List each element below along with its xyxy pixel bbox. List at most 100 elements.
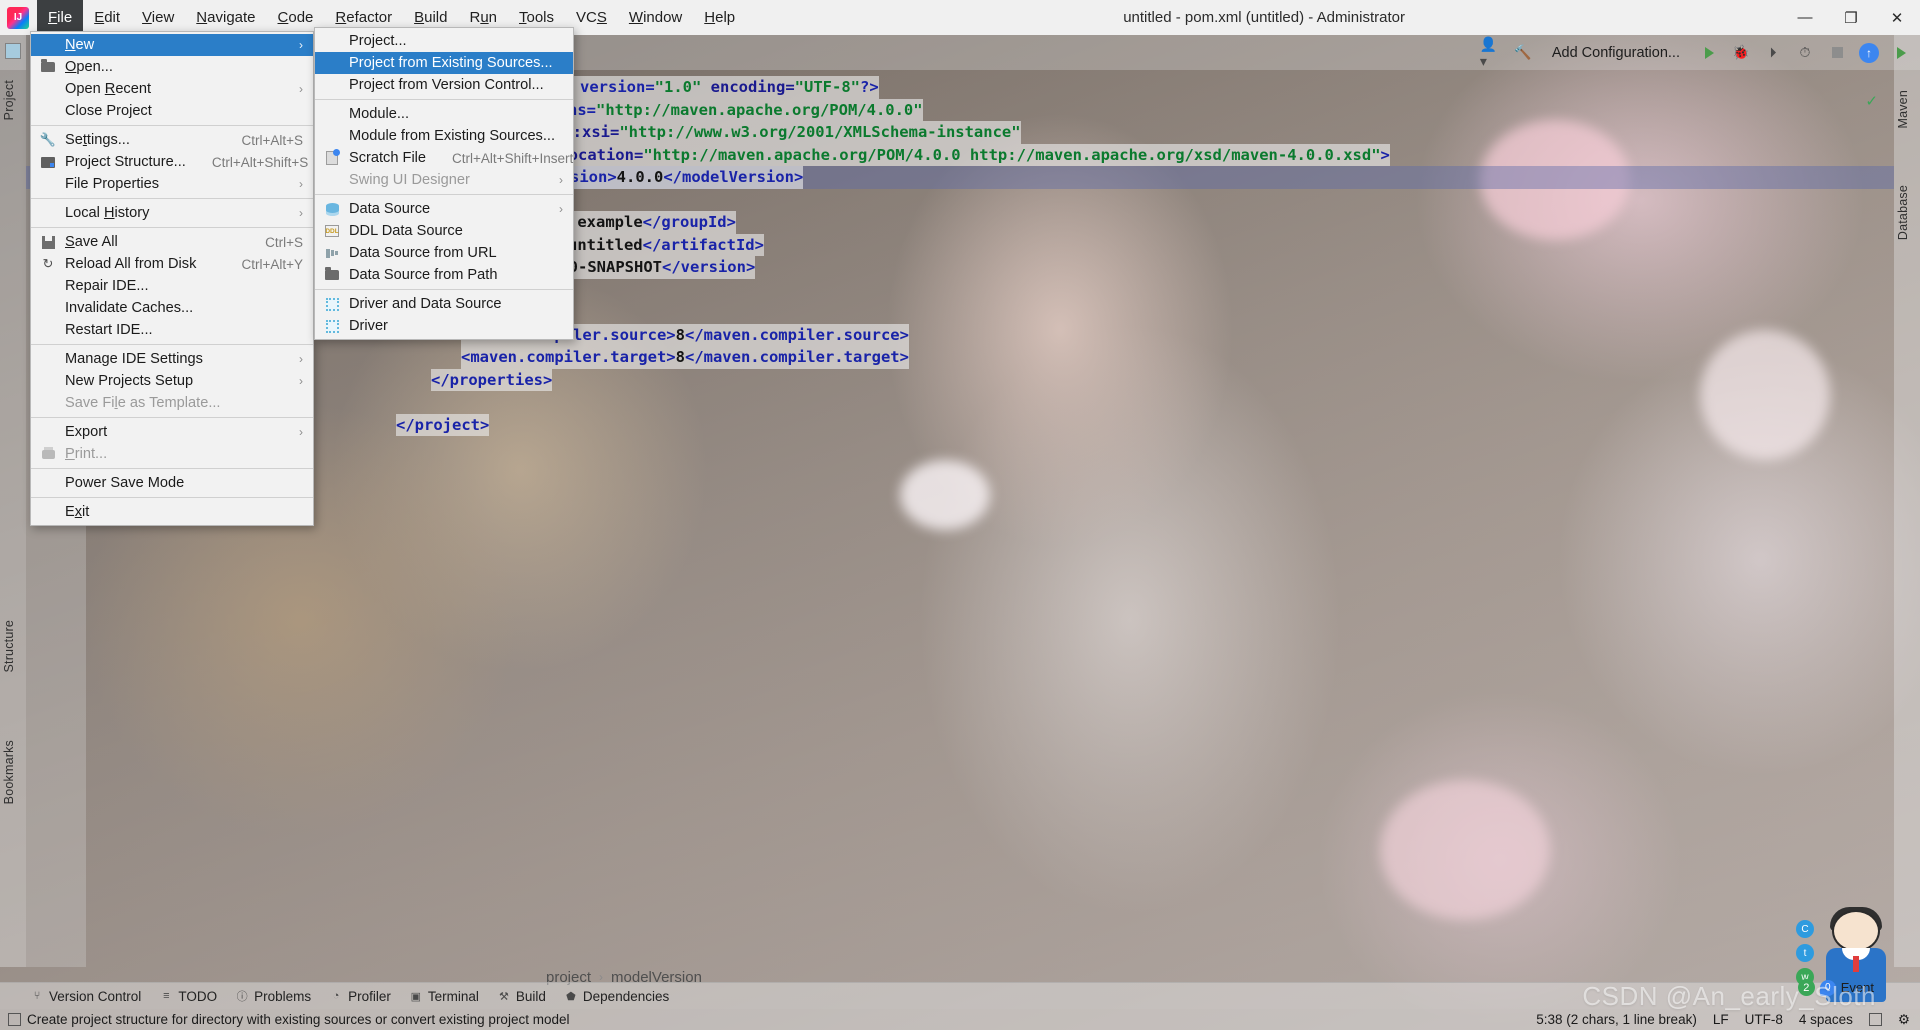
file-menu-item-power-save-mode[interactable]: Power Save Mode <box>31 472 313 494</box>
tool-window-profiler[interactable]: ◔ Profiler <box>329 989 391 1004</box>
new-menu-item-project-from-existing-sources-label: Project from Existing Sources... <box>349 55 553 71</box>
new-submenu-popup[interactable]: Project... Project from Existing Sources.… <box>314 27 574 340</box>
inspection-status-icon[interactable]: ✓ <box>1865 92 1878 110</box>
new-menu-item-data-source[interactable]: Data Source › <box>315 198 573 220</box>
new-menu-item-scratch-file-label: Scratch File <box>349 150 427 166</box>
ddl-icon: DDL <box>324 223 340 239</box>
sidebar-item-project[interactable]: Project <box>2 80 16 120</box>
file-menu-item-settings-shortcut: Ctrl+Alt+S <box>241 132 303 148</box>
file-menu-item-save-all[interactable]: Save All Ctrl+S <box>31 231 313 253</box>
maximize-button[interactable]: ❐ <box>1828 0 1874 35</box>
file-menu-item-project-structure-shortcut: Ctrl+Alt+Shift+S <box>211 154 309 170</box>
new-menu-item-project-from-version-control-label: Project from Version Control... <box>349 77 544 93</box>
menubar-item-help[interactable]: Help <box>693 0 746 35</box>
idea-window: FileEditViewNavigateCodeRefactorBuildRun… <box>0 0 1920 1030</box>
file-menu-item-reload-all-from-disk[interactable]: ↻ Reload All from Disk Ctrl+Alt+Y <box>31 253 313 275</box>
title-bar: FileEditViewNavigateCodeRefactorBuildRun… <box>0 0 1920 35</box>
menubar-item-window[interactable]: Window <box>618 0 693 35</box>
tool-window-profiler-label: Profiler <box>348 988 391 1004</box>
stop-icon[interactable] <box>1826 42 1848 64</box>
sidebar-item-maven[interactable]: Maven <box>1896 90 1910 129</box>
new-menu-item-driver[interactable]: Driver <box>315 315 573 337</box>
run-coverage-icon[interactable]: ⏵ <box>1762 42 1784 64</box>
file-menu-item-close-project[interactable]: Close Project <box>31 100 313 122</box>
file-menu-item-invalidate-caches[interactable]: Invalidate Caches... <box>31 297 313 319</box>
menubar-item-navigate[interactable]: Navigate <box>185 0 266 35</box>
scratch-file-icon <box>324 149 340 166</box>
file-menu-item-settings[interactable]: 🔧 Settings... Ctrl+Alt+S <box>31 129 313 151</box>
database-icon <box>324 201 340 217</box>
file-menu-item-exit[interactable]: Exit <box>31 501 313 523</box>
menubar-item-edit[interactable]: Edit <box>83 0 131 35</box>
tool-window-terminal[interactable]: ▣ Terminal <box>409 989 479 1004</box>
file-menu-item-reload-all-from-disk-label: Reload All from Disk <box>65 256 197 272</box>
tool-window-todo[interactable]: ≡ TODO <box>159 989 217 1004</box>
settings-gear-icon[interactable]: ⚙ <box>1898 1012 1910 1028</box>
indent-setting[interactable]: 4 spaces <box>1799 1012 1853 1027</box>
run-icon[interactable] <box>1698 42 1720 64</box>
menu-separator <box>315 194 573 195</box>
new-menu-item-project-from-existing-sources[interactable]: Project from Existing Sources... <box>315 52 573 74</box>
hammer-icon[interactable]: 🔨 <box>1512 42 1534 64</box>
menu-separator <box>31 344 313 345</box>
tool-window-build[interactable]: ⚒ Build <box>497 989 546 1004</box>
tool-window-todo-label: TODO <box>178 988 218 1004</box>
minimize-button[interactable]: — <box>1782 0 1828 35</box>
menu-separator <box>31 125 313 126</box>
file-menu-item-open[interactable]: Open... <box>31 56 313 78</box>
window-controls[interactable]: — ❐ ✕ <box>1782 0 1920 35</box>
sidebar-item-database[interactable]: Database <box>1896 185 1910 240</box>
file-menu-item-file-properties[interactable]: File Properties › <box>31 173 313 195</box>
file-menu-item-print-label: Print... <box>65 446 108 462</box>
file-menu-item-export[interactable]: Export › <box>31 421 313 443</box>
menu-separator <box>31 198 313 199</box>
tool-window-terminal-label: Terminal <box>427 988 479 1004</box>
save-icon <box>40 234 56 250</box>
menu-separator <box>315 289 573 290</box>
file-menu-item-repair-ide[interactable]: Repair IDE... <box>31 275 313 297</box>
new-menu-item-ddl-data-source[interactable]: DDL DDL Data Source <box>315 220 573 242</box>
file-menu-item-manage-ide-settings[interactable]: Manage IDE Settings › <box>31 348 313 370</box>
new-menu-item-data-source-from-path[interactable]: Data Source from Path <box>315 264 573 286</box>
lock-icon[interactable] <box>1868 1013 1882 1026</box>
update-project-icon[interactable]: ↑ <box>1858 42 1880 64</box>
chevron-right-icon: › <box>559 173 563 187</box>
add-configuration-button[interactable]: Add Configuration... <box>1544 45 1688 61</box>
tool-window-dependencies[interactable]: ⬟ Dependencies <box>564 989 669 1004</box>
file-menu-item-restart-ide[interactable]: Restart IDE... <box>31 319 313 341</box>
code-text: xmlns:xsi="http://www.w3.org/2001/XMLSch… <box>526 121 1021 144</box>
tool-window-problems[interactable]: ⓘ Problems <box>235 989 312 1004</box>
tool-window-version-control[interactable]: ⑂ Version Control <box>30 989 142 1004</box>
caret-position[interactable]: 5:38 (2 chars, 1 line break) <box>1536 1012 1697 1027</box>
menubar-item-file[interactable]: File <box>37 0 84 35</box>
sidebar-item-bookmarks[interactable]: Bookmarks <box>2 740 16 804</box>
file-menu-item-new-projects-setup[interactable]: New Projects Setup › <box>31 370 313 392</box>
new-menu-item-data-source-from-url[interactable]: Data Source from URL <box>315 242 573 264</box>
file-menu-item-project-structure[interactable]: Project Structure... Ctrl+Alt+Shift+S <box>31 151 313 173</box>
user-search-icon[interactable]: 👤▾ <box>1480 36 1502 69</box>
new-menu-item-module[interactable]: Module... <box>315 103 573 125</box>
file-menu-item-local-history[interactable]: Local History › <box>31 202 313 224</box>
file-menu-item-new[interactable]: New › <box>31 34 313 56</box>
print-icon <box>40 446 56 462</box>
close-button[interactable]: ✕ <box>1874 0 1920 35</box>
file-menu-item-close-project-label: Close Project <box>65 103 152 119</box>
run-anything-icon[interactable] <box>1890 42 1912 64</box>
new-menu-item-project-from-version-control[interactable]: Project from Version Control... <box>315 74 573 96</box>
menubar-item-view[interactable]: View <box>131 0 185 35</box>
debug-icon[interactable]: 🐞 <box>1730 42 1752 64</box>
file-menu-popup[interactable]: New › Open... Open Recent › Close Project 🔧 Set… <box>30 31 314 526</box>
new-menu-item-driver-and-data-source[interactable]: Driver and Data Source <box>315 293 573 315</box>
menu-separator <box>31 417 313 418</box>
file-menu-item-open-recent[interactable]: Open Recent › <box>31 78 313 100</box>
new-menu-item-module-from-existing-sources[interactable]: Module from Existing Sources... <box>315 125 573 147</box>
file-encoding[interactable]: UTF-8 <box>1745 1012 1783 1027</box>
driver-icon <box>324 318 340 334</box>
social-icons: C t w <box>1796 920 1814 986</box>
new-menu-item-scratch-file[interactable]: Scratch File Ctrl+Alt+Shift+Insert <box>315 147 573 169</box>
line-separator[interactable]: LF <box>1713 1012 1729 1027</box>
sidebar-item-structure[interactable]: Structure <box>2 620 16 673</box>
new-menu-item-project[interactable]: Project... <box>315 30 573 52</box>
profile-icon[interactable]: ⏱ <box>1794 42 1816 64</box>
wrench-icon: 🔧 <box>39 132 57 147</box>
